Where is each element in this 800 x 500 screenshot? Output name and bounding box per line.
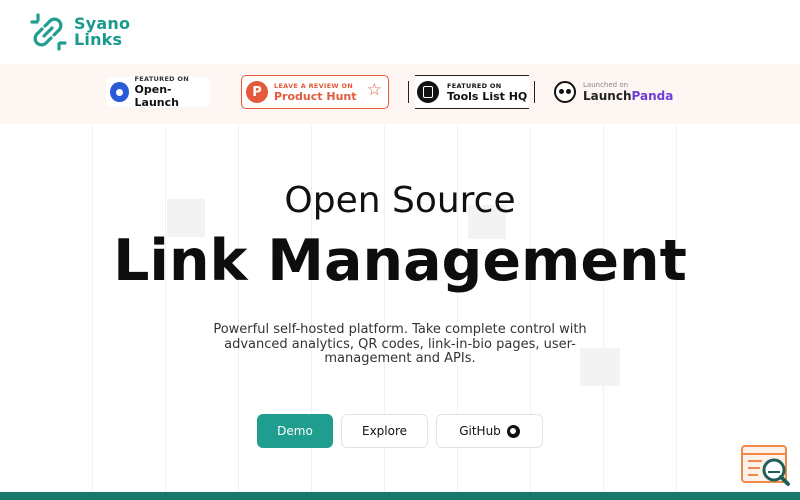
badge-divider <box>408 81 409 103</box>
product-hunt-name: Product Hunt <box>274 89 357 103</box>
github-button-label: GitHub <box>459 424 501 438</box>
github-button[interactable]: GitHub <box>436 414 543 448</box>
search-widget-icon[interactable] <box>740 444 792 488</box>
product-hunt-icon: P <box>246 81 268 103</box>
tools-list-name: Tools List HQ <box>447 89 528 103</box>
open-launch-icon <box>110 82 129 102</box>
open-launch-badge[interactable]: FEATURED ON Open-Launch <box>106 75 210 109</box>
badge-divider <box>534 81 535 103</box>
logo[interactable]: Syano Links <box>28 12 130 52</box>
star-icon: ☆ <box>366 80 382 100</box>
product-hunt-badge[interactable]: P LEAVE A REVIEW ON Product Hunt ☆ <box>241 75 389 109</box>
hero-description: Powerful self-hosted platform. Take comp… <box>213 322 587 366</box>
product-hunt-small-text: LEAVE A REVIEW ON <box>274 81 354 90</box>
site-header: Syano Links <box>0 0 800 64</box>
hero-subtitle: Open Source <box>284 180 516 221</box>
tools-list-hq-badge[interactable]: FEATURED ON Tools List HQ <box>415 75 529 109</box>
explore-button[interactable]: Explore <box>341 414 428 448</box>
launch-panda-name: LaunchPanda <box>583 89 674 103</box>
panda-icon <box>554 81 576 103</box>
bottom-accent-bar <box>0 492 800 500</box>
github-icon <box>506 424 520 438</box>
open-launch-small-text: FEATURED ON <box>134 75 190 83</box>
logo-wordmark: Syano Links <box>74 16 130 48</box>
launch-panda-badge[interactable]: Launched on LaunchPanda <box>554 77 684 107</box>
logo-line-2: Links <box>74 30 123 49</box>
hero-title: Link Management <box>113 228 687 294</box>
page: Syano Links FEATURED ON Open-Launch P LE… <box>0 0 800 500</box>
tools-list-small-text: FEATURED ON <box>447 81 502 90</box>
tools-list-icon <box>417 81 439 103</box>
explore-button-label: Explore <box>361 424 408 438</box>
demo-button[interactable]: Demo <box>257 414 333 448</box>
demo-button-label: Demo <box>277 424 313 438</box>
launch-panda-small-text: Launched on <box>583 81 629 89</box>
chain-link-icon <box>30 13 67 51</box>
featured-badges-strip: FEATURED ON Open-Launch P LEAVE A REVIEW… <box>0 64 800 124</box>
open-launch-name: Open-Launch <box>134 83 179 109</box>
